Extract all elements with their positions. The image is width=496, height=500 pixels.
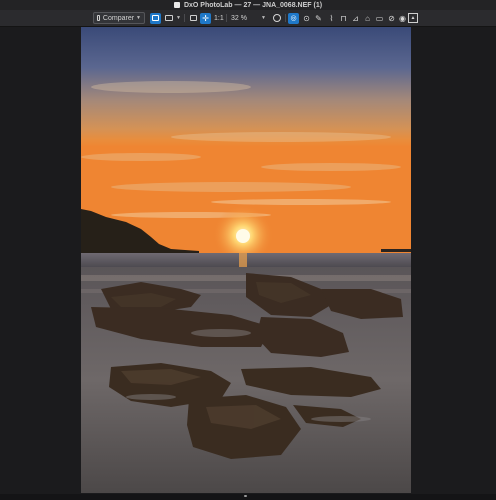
title-bar: DxO PhotoLab — 27 — JNA_0068.NEF (1) <box>0 0 496 10</box>
brush-button[interactable]: ⌇ <box>326 12 337 24</box>
perspective-icon: ⊓ <box>340 13 347 23</box>
chevron-down-icon: ▼ <box>260 15 266 21</box>
repair-button[interactable]: ▭ <box>374 12 385 24</box>
chevron-down-icon: ▼ <box>136 15 141 21</box>
loupe-button[interactable]: ⊙ <box>301 12 312 24</box>
bandage-button[interactable]: ⊘ <box>386 12 397 24</box>
toolbar-divider <box>226 14 227 22</box>
bandage-icon: ⊘ <box>388 13 395 23</box>
split-view-icon <box>163 13 174 24</box>
view-tool-button[interactable]: ◎ <box>288 12 299 24</box>
loupe-icon: ⊙ <box>303 13 310 23</box>
view-tool-icon: ◎ <box>288 12 299 24</box>
brush-icon: ⌇ <box>329 13 334 23</box>
move-tool-icon: ✛ <box>200 12 211 24</box>
preview-button[interactable]: ◉ <box>397 12 408 24</box>
one-to-one-label: 1:1 <box>214 14 224 22</box>
split-view-button[interactable]: ▼ <box>163 12 181 24</box>
compare-icon <box>97 15 100 21</box>
chevron-down-icon: ▼ <box>176 15 181 21</box>
horizon-icon: ⊿ <box>352 13 359 23</box>
compare-label: Comparer <box>102 14 135 22</box>
local-adjust-button[interactable]: ⌂ <box>362 12 373 24</box>
compare-button[interactable]: Comparer ▼ <box>93 12 145 24</box>
perspective-button[interactable]: ⊓ <box>338 12 349 24</box>
one-to-one-button[interactable]: 1:1 <box>214 12 224 24</box>
before-after-button[interactable]: ▲ <box>408 12 418 24</box>
toolbar-divider <box>285 14 286 22</box>
document-icon <box>173 2 180 8</box>
eyedropper-icon: ✎ <box>315 13 322 23</box>
crop-view-button[interactable] <box>188 12 199 24</box>
window-title: DxO PhotoLab — 27 — JNA_0068.NEF (1) <box>183 1 323 9</box>
before-after-icon: ▲ <box>408 13 418 23</box>
zoom-value: 32 % <box>231 14 247 22</box>
horizon-button[interactable]: ⊿ <box>350 12 361 24</box>
single-view-icon <box>150 12 161 24</box>
toolbar: Comparer ▼ ▼ ✛ 1:1 32 % ▼ ◎ ⊙ ✎ ⌇ ⊓ ⊿ ⌂ … <box>0 10 496 27</box>
repair-icon: ▭ <box>375 13 384 23</box>
move-tool-button[interactable]: ✛ <box>200 12 211 24</box>
zoom-icon <box>271 13 282 24</box>
photo-image <box>81 27 411 493</box>
panel-resize-handle[interactable] <box>244 495 247 497</box>
photo-viewer[interactable] <box>81 27 411 493</box>
zoom-select[interactable]: 32 % ▼ <box>231 12 266 24</box>
crop-view-icon <box>188 13 199 24</box>
eye-icon: ◉ <box>399 13 406 23</box>
local-adjust-icon: ⌂ <box>365 13 370 23</box>
eyedropper-button[interactable]: ✎ <box>313 12 324 24</box>
status-bar <box>0 494 496 500</box>
single-view-button[interactable] <box>150 12 161 24</box>
toolbar-divider <box>184 14 185 22</box>
zoom-fit-button[interactable] <box>271 12 282 24</box>
